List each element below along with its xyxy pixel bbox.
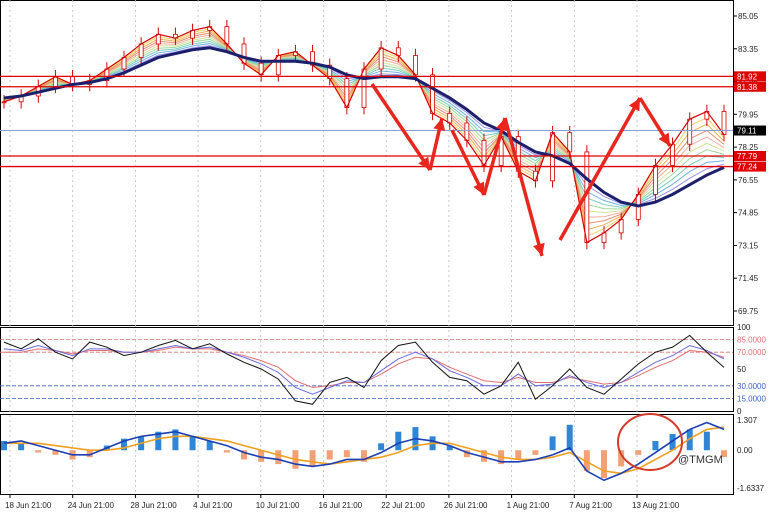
macd-histogram-bar: [635, 450, 642, 455]
candle-body: [464, 122, 470, 141]
macd-histogram-bar: [515, 450, 522, 460]
candle-body: [687, 118, 693, 145]
y-tick-label: 73.15: [738, 241, 759, 250]
y-tick-label: 85.05: [738, 12, 759, 21]
level-tag-label: 81.92: [737, 72, 758, 81]
ma-ribbon-line: [3, 32, 725, 225]
oscillator-level-tag: 85.0000: [737, 336, 766, 345]
macd-histogram-bar: [601, 450, 607, 478]
macd-histogram-bar: [549, 436, 556, 451]
price-panel: 85.0583.3581.6579.9578.2576.5574.8573.15…: [0, 12, 766, 316]
candle-body: [413, 55, 418, 76]
macd-panel: 1.307 0.00 -1.6337: [1, 413, 765, 493]
macd-histogram-bar: [223, 450, 230, 453]
candle-body: [567, 132, 573, 153]
oscillator-level-tag: 30.0000: [737, 382, 766, 391]
macd-histogram-bar: [189, 436, 196, 451]
oscillator-level-tag: 70.0000: [737, 348, 766, 357]
macd-histogram-bar: [326, 450, 333, 460]
watermark: @TMGM: [678, 454, 723, 466]
macd-histogram-bar: [35, 450, 42, 453]
trading-chart: 85.0583.3581.6579.9578.2576.5574.8573.15…: [0, 0, 770, 510]
candle-body: [653, 165, 658, 195]
macd-y-tick: 1.307: [737, 416, 758, 425]
oscillator-y-tick: 0: [737, 407, 742, 416]
candle-body: [481, 139, 487, 166]
macd-histogram-bar: [275, 450, 282, 465]
x-tick-label: 22 Jul 21:00: [381, 501, 425, 510]
candle-body: [275, 55, 281, 76]
analysis-arrow-line: [503, 117, 544, 257]
macd-histogram-bar: [18, 443, 25, 451]
level-tag-label: 81.38: [737, 83, 758, 92]
candle-body: [430, 74, 435, 114]
candle-body: [241, 43, 247, 64]
x-tick-label: 24 Jun 21:00: [68, 501, 115, 510]
panel-frame: [0, 0, 734, 326]
candle-body: [361, 68, 367, 108]
macd-y-tick: -1.6337: [737, 484, 765, 493]
price-zigzag: [3, 25, 725, 244]
current-price-tag-label: 79.11: [737, 127, 757, 136]
y-tick-label: 79.95: [738, 110, 759, 119]
macd-histogram-bar: [309, 450, 316, 467]
x-tick-label: 16 Jul 21:00: [319, 501, 363, 510]
macd-histogram-bar: [395, 431, 402, 451]
macd-histogram-bar: [378, 443, 385, 451]
oscillator-y-tick: 50: [737, 365, 746, 374]
candle-body: [224, 26, 230, 45]
oscillator-slow-line: [4, 346, 725, 388]
macd-histogram-bar: [343, 450, 350, 458]
y-tick-label: 76.55: [738, 176, 759, 185]
macd-histogram-bar: [652, 440, 659, 451]
y-tick-label: 74.85: [738, 209, 759, 218]
x-tick-label: 28 Jun 21:00: [130, 501, 177, 510]
y-tick-label: 71.45: [738, 274, 759, 283]
candle-body: [138, 43, 144, 58]
y-tick-label: 83.35: [738, 45, 759, 54]
macd-histogram-bar: [532, 450, 539, 455]
x-tick-label: 10 Jul 21:00: [256, 501, 300, 510]
candle-body: [721, 111, 727, 135]
oscillator-main-line: [3, 334, 725, 405]
oscillator-y-tick: 100: [737, 323, 751, 332]
candle-body: [670, 143, 675, 166]
candle-body: [121, 57, 127, 70]
x-axis: 18 Jun 21:00 24 Jun 21:00 28 Jun 21:00 4 Ju…: [5, 494, 680, 510]
x-tick-label: 4 Jul 21:00: [193, 501, 233, 510]
analysis-arrow-line: [558, 97, 642, 241]
analysis-arrow-line: [370, 83, 432, 171]
x-tick-label: 13 Aug 21:00: [632, 501, 680, 510]
x-tick-label: 7 Aug 21:00: [569, 501, 612, 510]
macd-y-tick: 0.00: [737, 446, 753, 455]
oscillator-panel: 85.0000 70.0000 30.0000 15.0000 100 50 0: [0, 323, 770, 416]
level-tag-label: 77.79: [737, 152, 758, 161]
ma-ribbon-line: [3, 28, 725, 237]
candle-body: [378, 47, 384, 70]
panel-frame: [0, 327, 734, 412]
oscillator-level-tag: 15.0000: [737, 394, 766, 403]
x-tick-label: 26 Jul 21:00: [444, 501, 488, 510]
y-tick-label: 69.75: [738, 307, 759, 316]
candle-body: [618, 219, 624, 234]
macd-histogram-bar: [703, 431, 710, 451]
level-tag-label: 77.24: [737, 163, 758, 172]
x-tick-label: 18 Jun 21:00: [5, 501, 52, 510]
x-tick-label: 1 Aug 21:00: [507, 501, 550, 510]
y-tick-label: 78.25: [738, 143, 759, 152]
macd-histogram-bar: [566, 424, 573, 451]
